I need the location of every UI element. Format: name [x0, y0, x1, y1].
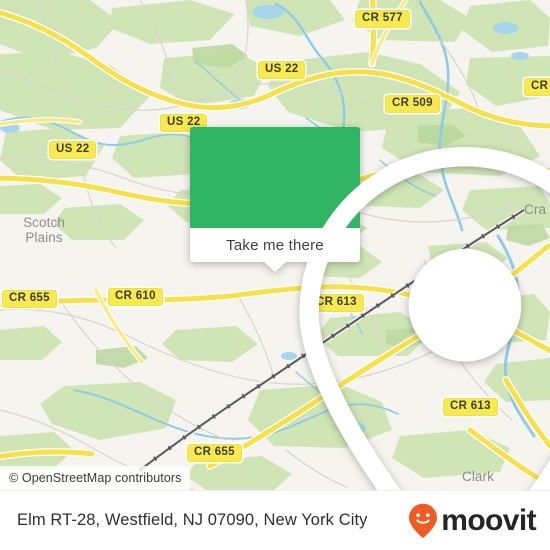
moovit-wordmark: moovit — [441, 503, 536, 537]
take-me-there-button[interactable]: Take me there — [226, 237, 324, 254]
road-shield-us-22-a[interactable]: US 22 — [258, 61, 306, 79]
osm-attribution[interactable]: © OpenStreetMap contributors — [0, 466, 190, 490]
road-shield-cr-610[interactable]: CR 610 — [108, 288, 163, 306]
footer-bar: Elm RT-28, Westfield, NJ 07090, New York… — [0, 490, 550, 550]
popup-pointer — [264, 262, 286, 272]
address-title: Elm RT-28, Westfield, NJ 07090, New York… — [17, 511, 368, 529]
road-shield-us-22-c[interactable]: US 22 — [49, 141, 97, 159]
road-shield-cr-5[interactable]: CR 5 — [524, 78, 550, 96]
destination-popup-card[interactable]: Take me there — [190, 127, 550, 490]
road-shield-cr-655-a[interactable]: CR 655 — [2, 290, 57, 308]
moovit-pin-icon — [409, 503, 438, 538]
map-canvas[interactable]: Scotch Plains Cra Clark CR 577 US 22 CR … — [0, 0, 550, 490]
popup-action-bar[interactable]: Take me there — [190, 228, 360, 272]
road-shield-cr-577[interactable]: CR 577 — [355, 10, 410, 28]
moovit-map-screen: Scotch Plains Cra Clark CR 577 US 22 CR … — [0, 0, 550, 550]
moovit-logo[interactable]: moovit — [408, 503, 537, 539]
popup-header — [190, 127, 550, 490]
road-shield-cr-509[interactable]: CR 509 — [385, 95, 440, 113]
map-pin-icon — [299, 147, 550, 490]
